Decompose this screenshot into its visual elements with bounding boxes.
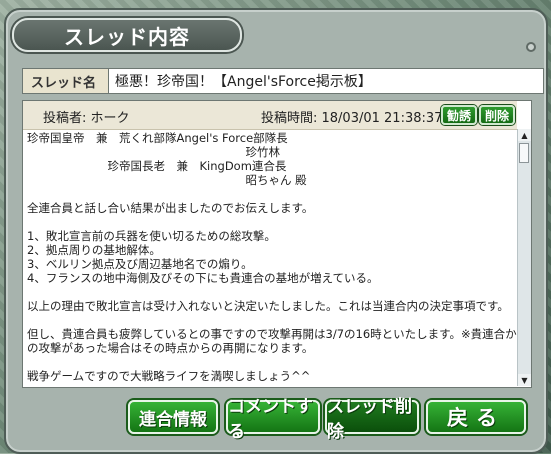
subject-row: スレッド名 極悪！珍帝国！【Angel'sForce掲示板】 bbox=[22, 68, 544, 94]
subject-label: スレッド名 bbox=[23, 69, 109, 93]
alliance-info-button[interactable]: 連合情報 bbox=[128, 400, 218, 434]
poster-name: 投稿者: ホーク bbox=[43, 111, 130, 126]
comment-button[interactable]: コメントする bbox=[226, 397, 320, 442]
window-title: スレッド内容 bbox=[12, 18, 242, 52]
post-header: 投稿者: ホーク 投稿時間: 18/03/01 21:38:37 勧誘 削除 bbox=[23, 101, 517, 130]
delete-post-button[interactable]: 削除 bbox=[479, 105, 515, 125]
post-time: 投稿時間: 18/03/01 21:38:37 bbox=[261, 111, 443, 126]
post-content-box: 投稿者: ホーク 投稿時間: 18/03/01 21:38:37 勧誘 削除 珍… bbox=[22, 100, 532, 388]
back-button[interactable]: 戻る bbox=[426, 400, 526, 434]
scroll-thumb[interactable] bbox=[519, 143, 529, 163]
delete-thread-button[interactable]: スレッド削除 bbox=[325, 397, 419, 442]
subject-value: 極悪！珍帝国！【Angel'sForce掲示板】 bbox=[115, 74, 372, 90]
scroll-up-icon[interactable]: ▲ bbox=[518, 129, 531, 141]
post-body: 珍帝国皇帝 兼 荒くれ部隊Angel's Force部隊長 珍竹林 珍帝国長老 … bbox=[27, 131, 529, 383]
close-icon[interactable] bbox=[526, 42, 536, 52]
scrollbar[interactable]: ▲ ▼ bbox=[517, 129, 531, 386]
scroll-down-icon[interactable]: ▼ bbox=[518, 374, 531, 386]
invite-button[interactable]: 勧誘 bbox=[441, 105, 477, 125]
